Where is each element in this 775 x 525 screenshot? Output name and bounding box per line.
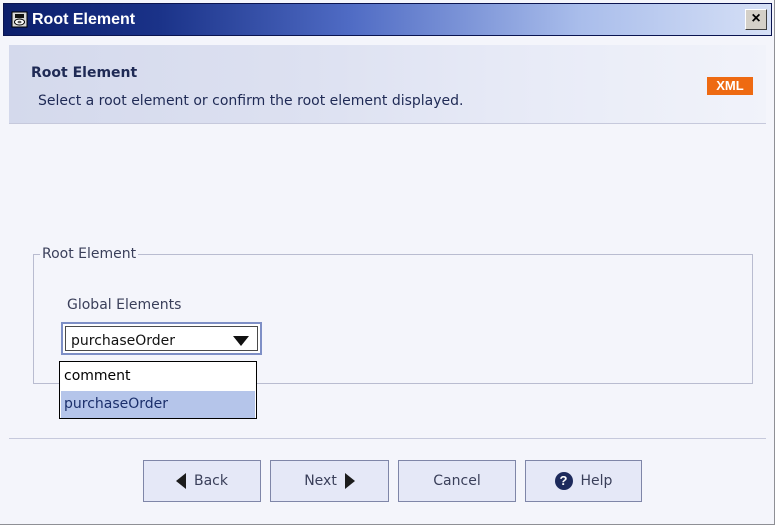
close-button[interactable]: × xyxy=(745,9,767,30)
next-label: Next xyxy=(304,473,337,489)
dropdown-option-comment[interactable]: comment xyxy=(61,363,255,390)
back-label: Back xyxy=(194,473,228,489)
cancel-label: Cancel xyxy=(433,473,481,489)
help-label: Help xyxy=(580,473,613,489)
page-header: Root Element Select a root element or co… xyxy=(9,45,766,123)
dropdown-option-purchaseorder[interactable]: purchaseOrder xyxy=(61,391,255,418)
dropdown-list[interactable]: comment purchaseOrder xyxy=(59,361,257,419)
select-box[interactable]: purchaseOrder xyxy=(65,326,258,351)
app-icon xyxy=(11,11,28,28)
group-legend: Root Element xyxy=(40,246,139,262)
page-description: Select a root element or confirm the roo… xyxy=(38,93,464,109)
window-title: Root Element xyxy=(32,11,136,28)
global-elements-label: Global Elements xyxy=(67,297,182,313)
close-icon: × xyxy=(751,10,761,27)
root-element-dialog: Root Element × Root Element Select a roo… xyxy=(0,0,775,525)
next-button[interactable]: Next xyxy=(270,460,389,502)
triangle-right-icon xyxy=(344,473,355,489)
title-bar[interactable]: Root Element × xyxy=(3,3,772,36)
global-elements-select[interactable]: purchaseOrder xyxy=(61,322,262,355)
cancel-button[interactable]: Cancel xyxy=(398,460,516,502)
triangle-down-icon[interactable] xyxy=(233,336,249,346)
xml-badge: XML xyxy=(707,77,753,95)
triangle-left-icon xyxy=(176,473,186,489)
page-title: Root Element xyxy=(31,65,138,81)
back-button[interactable]: Back xyxy=(143,460,261,502)
question-circle-icon: ? xyxy=(554,472,573,490)
help-button[interactable]: ? Help xyxy=(525,460,642,502)
footer-divider xyxy=(9,438,766,439)
select-value: purchaseOrder xyxy=(71,333,176,349)
